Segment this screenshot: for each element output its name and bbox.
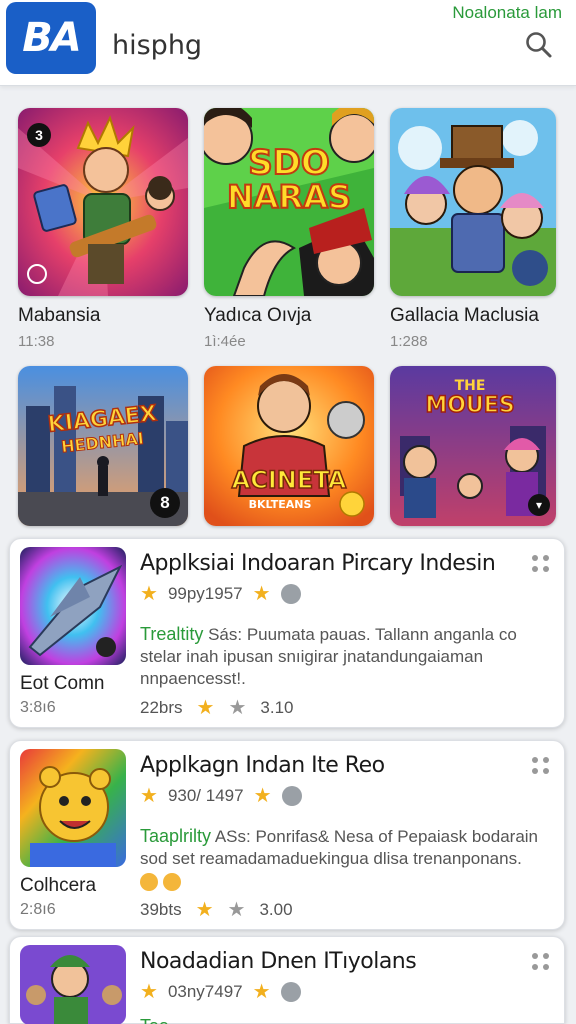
card-rating: 930/ 1497: [167, 785, 244, 805]
card-title[interactable]: Applksiai Indoaran Pircary Indesin: [140, 551, 496, 576]
card-thumbnail: [20, 945, 126, 1024]
card-label: Eot Comn: [20, 673, 105, 694]
card-stat: 22brs: [140, 697, 183, 717]
emoji-icon: [162, 872, 181, 891]
drag-handle-icon[interactable]: [532, 953, 552, 973]
tile-badge: 3: [27, 123, 51, 147]
app-title: hisphg: [112, 30, 203, 61]
card-stats: 39bts ★ ★ 3.00: [140, 897, 293, 922]
info-icon: [280, 981, 301, 1002]
search-button[interactable]: [524, 30, 554, 60]
star-icon: ★: [140, 785, 158, 807]
info-icon: [280, 583, 301, 604]
star-icon: ★: [252, 583, 271, 605]
grid-tile[interactable]: KIAGAEX HEDNHAI 8: [18, 366, 190, 526]
card-title[interactable]: Noadadian Dnen ITıyolans: [140, 949, 417, 974]
tile-name: Mabansia: [18, 305, 101, 326]
card-description: Trealtity Sás: Puumata pauas. Tallann an…: [140, 623, 540, 690]
card-rating-row: ★ 99py1957 ★: [140, 581, 301, 606]
svg-text:NARAS: NARAS: [227, 178, 351, 216]
star-icon: ★: [227, 899, 246, 921]
art-title-text: SDO: [248, 143, 330, 183]
tile-meta: 1ì:4ée: [204, 333, 246, 350]
card-rating: 99py1957: [167, 583, 243, 603]
card-desc-highlight: Trealtity: [140, 624, 204, 644]
tile-artwork: KIAGAEX HEDNHAI 8: [18, 366, 188, 526]
tile-name: Gallacia Maclusia: [390, 305, 539, 326]
drag-handle-icon[interactable]: [532, 757, 552, 777]
tile-artwork: 3: [18, 108, 188, 296]
tile-meta: 1:288: [390, 333, 428, 350]
svg-text:BKLTEANS: BKLTEANS: [249, 498, 312, 511]
star-icon: ★: [140, 583, 158, 605]
star-icon: ★: [140, 981, 158, 1003]
card-rating-row: ★ 03ny7497 ★: [140, 979, 301, 1004]
card-desc-highlight: Taa: [140, 1016, 169, 1024]
tile-artwork: THE MOUES ▾: [390, 366, 556, 526]
chevron-down-icon: ▾: [528, 494, 550, 516]
star-icon: ★: [195, 899, 214, 921]
tile-artwork: ACINETA BKLTEANS: [204, 366, 374, 526]
tile-meta: 11:38: [18, 333, 55, 350]
info-icon: [281, 785, 302, 806]
card-rating: 03ny7497: [167, 981, 243, 1001]
card-stats: 22brs ★ ★ 3.10: [140, 695, 294, 720]
card-sub: 2:8ı6: [20, 901, 56, 918]
card-sub: 3:8ı6: [20, 699, 56, 716]
star-icon: ★: [253, 785, 272, 807]
card-stat: 39bts: [140, 899, 182, 919]
featured-grid: 3 Mabansia 11:38 SDO NARAS Yadıca Oıvja …: [18, 108, 560, 362]
featured-grid-row2: KIAGAEX HEDNHAI 8 ACINETA BKLTEANS THE M…: [18, 366, 560, 526]
star-icon: ★: [196, 697, 215, 719]
list-item[interactable]: Noadadian Dnen ITıyolans ★ 03ny7497 ★ Ta…: [9, 936, 565, 1024]
card-thumbnail: [20, 749, 126, 867]
star-icon: ★: [228, 697, 247, 719]
app-logo[interactable]: BA: [6, 2, 96, 74]
tile-artwork: SDO NARAS: [204, 108, 374, 296]
tile-artwork: [390, 108, 556, 296]
card-description: Taaplrilty ASs: Ponrifas& Nesa of Pepaia…: [140, 825, 540, 892]
card-thumbnail: [20, 547, 126, 665]
grid-tile[interactable]: ACINETA BKLTEANS: [204, 366, 376, 526]
list-item[interactable]: Eot Comn 3:8ı6 Applksiai Indoaran Pircar…: [9, 538, 565, 728]
app-header: BA hisphg Noalonata lam: [0, 0, 576, 86]
grid-tile[interactable]: Gallacia Maclusia 1:288: [390, 108, 558, 362]
card-title[interactable]: Applkagn Indan Ite Reo: [140, 753, 385, 778]
emoji-icon: [140, 872, 158, 891]
card-description: Taa: [140, 1015, 540, 1024]
timer-icon: [27, 264, 47, 284]
grid-tile[interactable]: SDO NARAS Yadıca Oıvja 1ì:4ée: [204, 108, 376, 362]
card-rating-row: ★ 930/ 1497 ★: [140, 783, 302, 808]
grid-tile[interactable]: 3 Mabansia 11:38: [18, 108, 190, 362]
card-score: 3.10: [260, 697, 294, 717]
search-icon: [526, 32, 552, 58]
svg-text:THE: THE: [455, 378, 486, 394]
tile-name: Yadıca Oıvja: [204, 305, 312, 326]
svg-text:MOUES: MOUES: [425, 393, 514, 418]
grid-tile[interactable]: THE MOUES ▾: [390, 366, 558, 526]
drag-handle-icon[interactable]: [532, 555, 552, 575]
star-icon: ★: [252, 981, 271, 1003]
list-item[interactable]: Colhcera 2:8ı6 Applkagn Indan Ite Reo ★ …: [9, 740, 565, 930]
header-note: Noalonata lam: [452, 3, 562, 22]
tile-badge: 8: [150, 488, 180, 518]
svg-text:ACINETA: ACINETA: [232, 466, 347, 494]
card-label: Colhcera: [20, 875, 97, 896]
card-desc-highlight: Taaplrilty: [140, 826, 212, 846]
card-score: 3.00: [259, 899, 293, 919]
